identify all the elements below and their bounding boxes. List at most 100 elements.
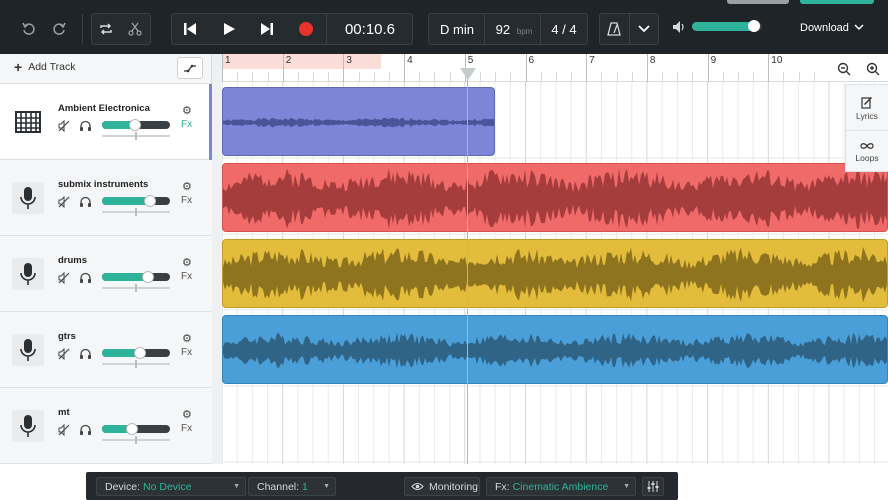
mute-icon[interactable] [58,347,70,365]
gear-icon[interactable]: ⚙ [182,180,192,193]
ruler-bar-tick [222,54,223,82]
top-right-tab-light[interactable] [727,0,789,4]
arrangement-grid[interactable] [222,82,888,464]
pan-slider[interactable] [102,132,170,140]
loop-button[interactable] [94,17,118,41]
top-right-tab-accent[interactable] [800,0,874,4]
volume-knob[interactable] [125,423,138,435]
volume-slider[interactable] [102,119,170,131]
headphones-icon[interactable] [79,119,92,137]
mute-icon[interactable] [58,195,70,213]
track-name[interactable]: drums [58,255,87,266]
mute-icon[interactable] [58,119,70,137]
audio-clip-drums[interactable] [222,239,888,308]
split-button[interactable] [123,17,147,41]
volume-fill [102,197,150,205]
rewind-button[interactable] [176,17,204,41]
transport-divider [326,14,327,44]
loop-region[interactable] [222,54,381,69]
track-row[interactable]: drums ⚙ Fx [0,236,212,312]
pan-slider[interactable] [102,436,170,444]
zoom-out-button[interactable] [832,58,856,80]
track-row[interactable]: Ambient Electronica ⚙ Fx [0,84,212,160]
headphones-icon[interactable] [79,271,92,289]
record-button[interactable] [292,17,320,41]
gear-icon[interactable]: ⚙ [182,256,192,269]
fx-button[interactable]: Fx [181,195,192,206]
zoom-in-button[interactable] [861,58,885,80]
device-selector[interactable]: Device: No Device ▼ [96,477,246,496]
pan-slider[interactable] [102,360,170,368]
undo-button[interactable] [18,18,40,40]
ruler-beat-tick [388,72,390,82]
redo-button[interactable] [48,18,70,40]
volume-knob[interactable] [128,119,141,131]
eye-icon [411,482,424,491]
headphones-icon[interactable] [79,195,92,213]
channel-selector[interactable]: Channel: 1 ▼ [248,477,336,496]
fx-preset-selector[interactable]: Fx: Cinematic Ambience ▼ [486,477,636,496]
ruler-beat-tick [753,72,755,82]
metronome-button[interactable] [602,17,626,41]
gear-icon[interactable]: ⚙ [182,104,192,117]
automation-button[interactable] [177,57,203,79]
fx-button[interactable]: Fx [181,271,192,282]
monitoring-toggle[interactable]: Monitoring [404,477,480,496]
headphones-icon[interactable] [79,423,92,441]
volume-knob[interactable] [142,271,155,283]
gear-icon[interactable]: ⚙ [182,408,192,421]
track-name[interactable]: submix instruments [58,179,148,190]
key-selector[interactable]: D min [430,22,484,37]
audio-clip-submix-instruments[interactable] [222,163,888,232]
volume-knob[interactable] [143,195,156,207]
track-row[interactable]: submix instruments ⚙ Fx [0,160,212,236]
volume-knob[interactable] [134,347,147,359]
fx-button[interactable]: Fx [181,347,192,358]
loops-label: Loops [855,152,879,163]
caret-down-icon: ▼ [623,483,630,490]
ruler-bar-label: 8 [649,55,656,66]
loops-button[interactable]: Loops [846,133,888,171]
track-name[interactable]: gtrs [58,331,76,342]
master-volume-slider[interactable] [692,20,762,32]
skip-forward-button[interactable] [253,17,281,41]
playhead[interactable] [467,70,468,464]
pan-center-mark [135,208,137,216]
volume-slider[interactable] [102,271,170,283]
channel-label: Channel: [257,480,300,493]
master-volume-knob[interactable] [748,20,760,32]
add-track-button[interactable]: + Add Track [14,60,75,74]
pan-center-mark [135,436,137,444]
pan-center-mark [135,132,137,140]
mixer-settings-button[interactable] [642,477,664,496]
metronome-dropdown-button[interactable] [632,17,656,41]
ruler-beat-tick [677,72,679,82]
audio-clip-gtrs[interactable] [222,315,888,384]
mute-icon[interactable] [58,423,70,441]
ruler-beat-tick [631,72,633,82]
headphones-icon[interactable] [79,347,92,365]
fx-label: Fx: [495,480,510,493]
play-button[interactable] [215,17,243,41]
volume-slider[interactable] [102,195,170,207]
pan-slider[interactable] [102,284,170,292]
volume-slider[interactable] [102,423,170,435]
track-name[interactable]: Ambient Electronica [58,103,150,114]
tempo-field[interactable]: 92 bpm [488,22,540,37]
download-button[interactable]: Download [800,22,864,34]
audio-clip-ambient-electronica[interactable] [222,87,495,156]
lyrics-button[interactable]: Lyrics [846,88,888,128]
track-row[interactable]: gtrs ⚙ Fx [0,312,212,388]
timeline-ruler[interactable]: 1 2 3 4 5 6 7 8 9 10 [222,54,888,82]
pan-slider[interactable] [102,208,170,216]
ruler-bar-tick [768,54,770,82]
time-signature-selector[interactable]: 4 / 4 [541,22,587,37]
gear-icon[interactable]: ⚙ [182,332,192,345]
volume-slider[interactable] [102,347,170,359]
track-name[interactable]: mt [58,407,70,418]
mute-icon[interactable] [58,271,70,289]
playhead-handle[interactable] [460,68,476,80]
fx-button[interactable]: Fx [181,423,192,434]
fx-button[interactable]: Fx [181,119,192,130]
track-row[interactable]: mt ⚙ Fx [0,388,212,464]
